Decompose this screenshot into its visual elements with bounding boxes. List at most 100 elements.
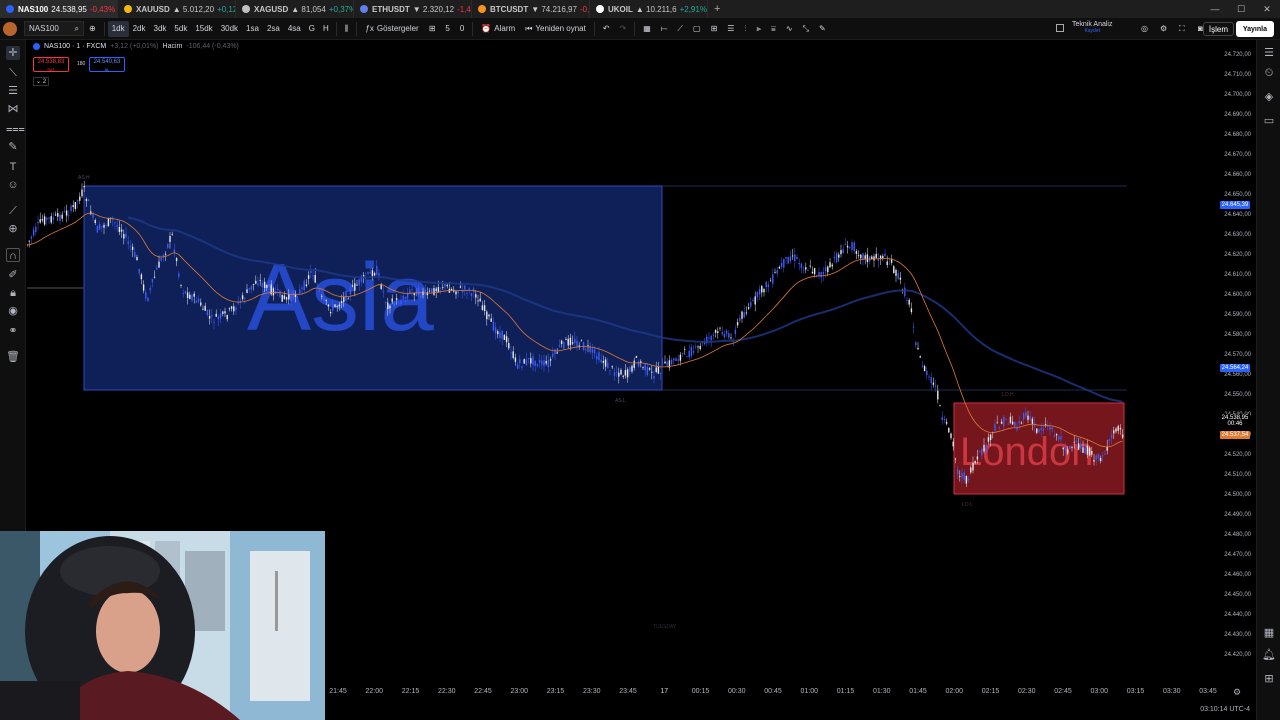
pattern-icon[interactable]: ⋈ <box>6 102 20 116</box>
candle-body <box>688 350 690 358</box>
candle-body <box>90 211 92 215</box>
collapse-legend-button[interactable]: ⌄ 2 <box>33 77 50 86</box>
new-tab-button[interactable]: + <box>708 3 726 15</box>
fib-tool-icon[interactable]: ⊞ <box>706 18 723 40</box>
candle-body <box>74 202 77 209</box>
close-icon[interactable]: ✕ <box>1254 4 1280 15</box>
axis-settings-icon[interactable]: ⚙ <box>1233 687 1241 698</box>
legend-volume-label[interactable]: Hacim <box>163 43 183 50</box>
zoom-icon[interactable]: ⊕ <box>6 222 20 236</box>
candle-body <box>835 253 838 263</box>
browser-tab[interactable]: UKOIL▲ 10.211,6+2,91%✕ <box>590 0 708 18</box>
avatar[interactable] <box>0 18 20 40</box>
candle-body <box>415 288 418 297</box>
sell-price-button[interactable]: 24.538,83 SAT <box>33 57 69 72</box>
price-axis[interactable]: 24.720,00 24.710,00 24.700,00 24.690,00 24.6… <box>1217 40 1256 686</box>
brush-tool-icon[interactable]: ⤡ <box>798 18 814 40</box>
interval-2dk[interactable]: 2dk <box>129 18 150 40</box>
add-symbol-icon[interactable]: ⊕ <box>84 18 101 40</box>
candle-body <box>444 283 446 287</box>
pitchfork-tool-icon[interactable]: ⫸ <box>751 18 766 40</box>
interval-H[interactable]: H <box>319 18 333 40</box>
vline-tool-icon[interactable]: ⫶ <box>739 18 751 40</box>
maximize-icon[interactable]: ☐ <box>1228 4 1254 15</box>
price-label: 24.570,00 <box>1224 352 1251 358</box>
magnet-icon[interactable]: ∩ <box>6 248 20 262</box>
symbol-search-input[interactable]: NAS100 ⌕ <box>24 21 84 36</box>
interval-1sa[interactable]: 1sa <box>242 18 263 40</box>
browser-tab[interactable]: NAS10024.538,95-0,43%✕ <box>0 0 118 18</box>
hline-tool-icon[interactable]: ⟝ <box>656 18 673 40</box>
interval-G[interactable]: G <box>305 18 319 40</box>
eye-icon[interactable]: ◉ <box>6 304 20 318</box>
candle-body <box>1009 416 1012 423</box>
candle-body <box>94 220 96 224</box>
browser-tab[interactable]: XAGUSD▲ 81,054+0,37%✕ <box>236 0 354 18</box>
badge-0[interactable]: 0 <box>455 18 469 40</box>
redo-icon[interactable]: ↷ <box>615 18 632 40</box>
candle-body <box>1047 426 1049 428</box>
pen-tool-icon[interactable]: ✎ <box>814 18 831 40</box>
browser-tab[interactable]: BTCUSDT▼ 74.216,97-0,6%✕ <box>472 0 590 18</box>
interval-15dk[interactable]: 15dk <box>191 18 216 40</box>
calendar-icon[interactable]: ▦ <box>1262 626 1276 640</box>
fib-icon[interactable]: ☰ <box>6 84 20 98</box>
price-label: 24.510,00 <box>1224 472 1251 478</box>
text-icon[interactable]: T <box>6 160 20 174</box>
alerts-clock-icon[interactable]: ⏲ <box>1262 66 1276 80</box>
interval-4sa[interactable]: 4sa <box>284 18 305 40</box>
layouts-icon[interactable]: ⊞ <box>424 18 441 40</box>
fullscreen-icon[interactable]: ⛶ <box>1174 18 1190 40</box>
watchlist-icon[interactable]: ☰ <box>1262 46 1276 60</box>
badge-5[interactable]: 5 <box>440 18 454 40</box>
publish-button[interactable]: Yayınla <box>1235 21 1274 37</box>
settings-gear-icon[interactable]: ⚙ <box>1155 18 1172 40</box>
candle-body <box>125 233 127 238</box>
emoji-icon[interactable]: ☺ <box>6 178 20 192</box>
minimize-icon[interactable]: — <box>1202 4 1228 14</box>
trash-icon[interactable]: 🗑︎ <box>6 350 20 364</box>
chat-icon[interactable]: ▭ <box>1262 114 1276 128</box>
channel-tool-icon[interactable]: ☰ <box>722 18 739 40</box>
apps-grid-icon[interactable]: ⊞ <box>1262 672 1276 686</box>
interval-5dk[interactable]: 5dk <box>170 18 191 40</box>
browser-tab[interactable]: ETHUSDT▼ 2.320,12-1,4%✕ <box>354 0 472 18</box>
browser-tab[interactable]: XAUUSD▲ 5.012,20+0,12%✕ <box>118 0 236 18</box>
alarm-button[interactable]: ⏰ Alarm <box>476 18 520 40</box>
replay-button[interactable]: ⏮ Yeniden oynat <box>520 18 591 40</box>
indicators-button[interactable]: ƒx Göstergeler <box>360 18 423 40</box>
interval-30dk[interactable]: 30dk <box>217 18 242 40</box>
crosshair-icon[interactable]: ✛ <box>6 46 20 60</box>
rectangle-tool-icon[interactable]: ▢ <box>688 18 706 40</box>
projection-icon[interactable]: ⩶ <box>6 122 25 136</box>
interval-2sa[interactable]: 2sa <box>263 18 284 40</box>
candle-body <box>642 367 644 368</box>
object-tree-icon[interactable]: ◎ <box>1136 18 1153 40</box>
interval-3dk[interactable]: 3dk <box>150 18 171 40</box>
wave-tool-icon[interactable]: ∿ <box>781 18 798 40</box>
layers-icon[interactable]: ◈ <box>1262 90 1276 104</box>
clock[interactable]: 03:10:14 UTC-4 <box>1200 706 1250 713</box>
grid-tool-icon[interactable]: ▦ <box>638 18 656 40</box>
link-icon[interactable]: ⚭ <box>6 324 20 338</box>
technical-analysis[interactable]: Teknik Analiz Kaydet <box>1056 21 1112 35</box>
line-tool-icon[interactable]: ⟍ <box>6 66 20 80</box>
candle-type-icon[interactable]: ⫼ <box>340 18 354 40</box>
trade-button[interactable]: İşlem <box>1202 22 1234 36</box>
time-label: 02:15 <box>981 688 1000 695</box>
candle-body <box>822 272 825 275</box>
levels-tool-icon[interactable]: ⩸ <box>766 18 781 40</box>
interval-1dk[interactable]: 1dk <box>107 20 129 37</box>
candle-body <box>530 358 532 364</box>
lock-icon[interactable]: 🔒︎ <box>6 286 20 300</box>
candle-body <box>182 293 184 295</box>
undo-icon[interactable]: ↶ <box>598 18 615 40</box>
notifications-icon[interactable]: 🔔︎ <box>1262 648 1276 662</box>
trendline-tool-icon[interactable]: ⟋ <box>672 18 688 40</box>
legend-title[interactable]: NAS100 · 1 · FXCM <box>44 43 106 50</box>
ruler-icon[interactable]: ⟋ <box>6 204 20 218</box>
buy-price-button[interactable]: 24.540,63 AL <box>89 57 125 72</box>
brush-icon[interactable]: ✎ <box>6 140 20 154</box>
pencil-lock-icon[interactable]: ✐ <box>6 268 20 282</box>
candle-body <box>767 284 770 288</box>
